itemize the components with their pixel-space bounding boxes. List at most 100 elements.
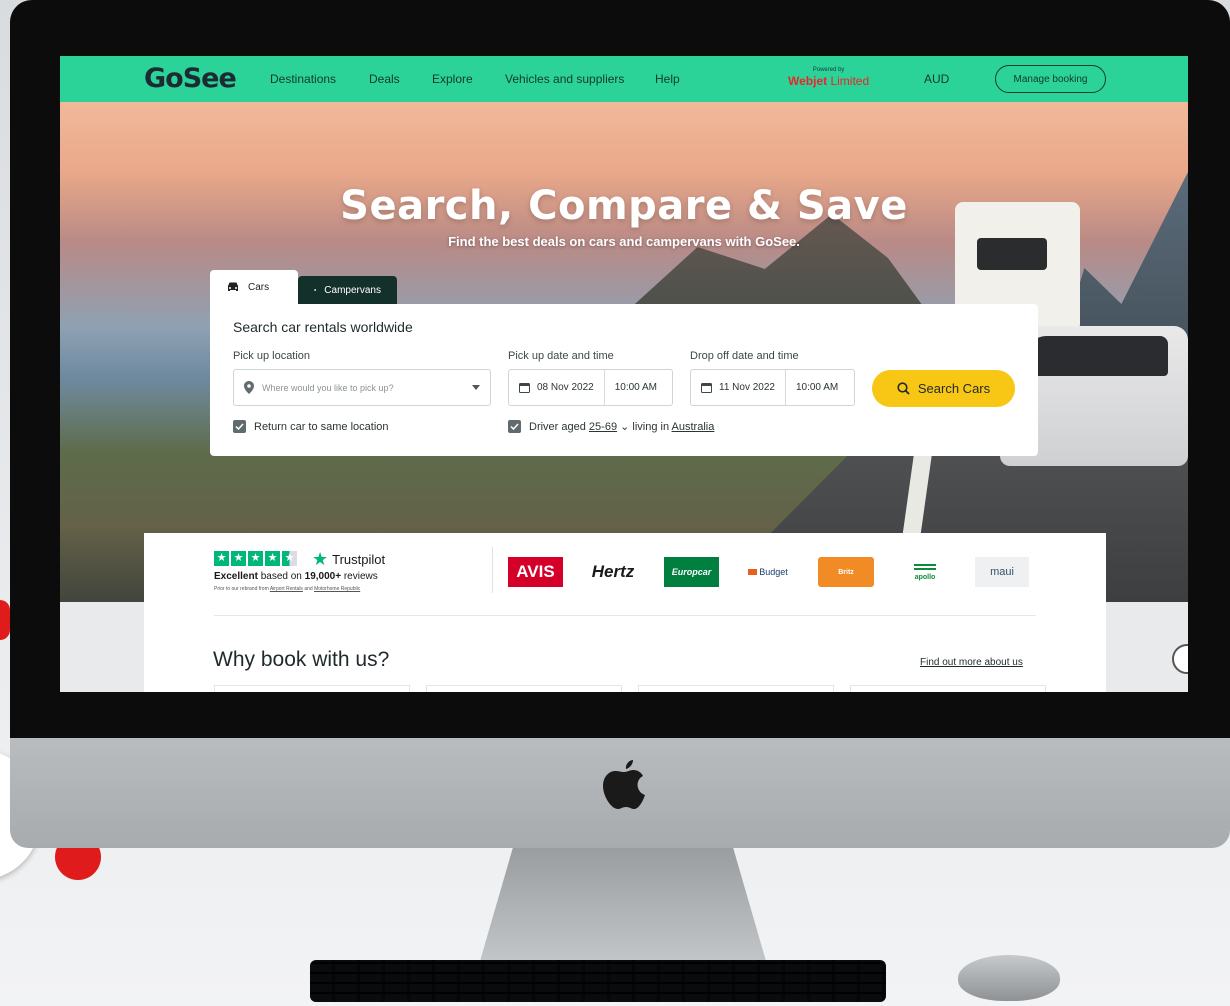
dropoff-datetime-label: Drop off date and time [690,350,799,362]
mouse [958,955,1060,1001]
powered-by-webjet: Powered by Webjet Limited [788,67,869,89]
rating-suffix: reviews [341,571,378,582]
why-card [426,685,622,692]
find-out-more-link[interactable]: Find out more about us [920,657,1023,668]
driver-age-label: Driver aged 25-69 ⌄ living in Australia [529,420,714,433]
search-cars-label: Search Cars [917,381,991,396]
return-same-location-checkbox[interactable] [233,420,246,433]
star-icon: ★ [231,551,246,566]
brand-europcar-logo: Europcar [664,557,719,587]
hero-title: Search, Compare & Save [340,183,908,229]
star-icon: ★ [214,551,229,566]
dropoff-time-input[interactable]: 10:00 AM [784,370,848,405]
campervan-icon [314,289,317,291]
dropoff-datetime-field[interactable]: 11 Nov 2022 10:00 AM [690,369,855,406]
budget-mark-icon [748,569,758,575]
chevron-down-icon[interactable] [472,385,480,390]
why-card [214,685,410,692]
powered-by-label: Powered by [812,67,845,73]
why-card [638,685,834,692]
brand-apollo-logo: apollo [897,557,953,587]
search-title: Search car rentals worldwide [233,319,413,335]
search-panel: Search car rentals worldwide Pick up loc… [210,304,1038,456]
apollo-text: apollo [914,573,936,581]
tab-cars[interactable]: Cars [210,270,298,304]
brand-hertz-logo: Hertz [591,562,635,581]
checkmark-icon [235,423,244,430]
driver-age-chevron-icon[interactable]: ⌄ [617,421,629,433]
webjet-bold: Webjet [788,74,828,88]
rating-mid: based on [257,571,305,582]
trustpilot-logo[interactable]: ★ Trustpilot [312,550,385,568]
monitor-stand [478,848,768,968]
trustpilot-stars: ★ ★ ★ ★ ★ [214,551,297,566]
why-cards-row [214,685,1046,692]
tab-cars-label: Cars [248,281,270,293]
pickup-location-input[interactable]: Where would you like to pick up? [233,369,491,406]
nav-destinations[interactable]: Destinations [270,72,336,86]
motorhome-republic-link[interactable]: Motorhome Republic [314,586,360,592]
screen: GoSee Destinations Deals Explore Vehicle… [60,56,1188,692]
pickup-datetime-field[interactable]: 08 Nov 2022 10:00 AM [508,369,673,406]
brand-avis-logo: AVIS [508,557,563,587]
airport-rentals-link[interactable]: Airport Rentals [270,586,303,592]
tab-campervans[interactable]: Campervans [298,276,397,304]
nav-deals[interactable]: Deals [369,72,400,86]
currency-selector[interactable]: AUD [924,72,949,86]
driver-age-option[interactable]: Driver aged 25-69 ⌄ living in Australia [508,420,714,433]
pickup-time-input[interactable]: 10:00 AM [603,370,667,405]
hero-subtitle: Find the best deals on cars and camperva… [448,234,800,249]
webjet-logo: Webjet Limited [788,74,869,88]
pickup-date-value: 08 Nov 2022 [537,382,594,393]
dropoff-time-value: 10:00 AM [795,382,839,393]
car-icon [228,282,238,291]
review-count: 19,000+ [304,571,342,582]
star-icon: ★ [265,551,280,566]
dropoff-date-value: 11 Nov 2022 [719,382,775,393]
divider [492,547,493,593]
divider [214,615,1036,616]
webjet-limited: Limited [827,74,870,88]
trustpilot-brand: Trustpilot [332,551,386,567]
calendar-icon [701,383,712,393]
budget-text: Budget [759,567,788,577]
calendar-icon [519,383,530,393]
brand-budget-logo: Budget [739,557,797,587]
brand-britz-logo: Britz [818,557,874,587]
location-pin-icon [244,381,254,394]
logo-text: GoSee [144,63,237,94]
dropoff-date-input[interactable]: 11 Nov 2022 [691,370,785,405]
checkmark-icon [510,423,519,430]
trustpilot-star-icon: ★ [312,549,329,569]
rebrand-prefix: Prior to our rebrand from [214,586,270,592]
driver-country-prefix: living in [629,421,672,433]
pickup-location-placeholder: Where would you like to pick up? [262,382,394,393]
driver-age-prefix: Driver aged [529,421,589,433]
pickup-datetime-label: Pick up date and time [508,350,614,362]
nav-vehicles-and-suppliers[interactable]: Vehicles and suppliers [505,72,624,86]
rebrand-mid: and [302,586,315,592]
manage-booking-button[interactable]: Manage booking [995,65,1106,93]
why-book-title: Why book with us? [213,648,390,671]
chat-button[interactable] [1172,644,1188,674]
tab-campervans-label: Campervans [324,284,381,296]
pickup-date-input[interactable]: 08 Nov 2022 [509,370,604,405]
apollo-mark-icon [914,563,936,572]
suv-window [1028,336,1168,376]
half-star-icon: ★ [282,551,297,566]
driver-country-select[interactable]: Australia [672,421,715,433]
nav-explore[interactable]: Explore [432,72,473,86]
gosee-logo[interactable]: GoSee [144,63,237,94]
driver-age-checkbox[interactable] [508,420,521,433]
rating-word: Excellent [214,571,258,582]
search-icon [897,382,910,395]
nav-help[interactable]: Help [655,72,680,86]
top-navbar: GoSee Destinations Deals Explore Vehicle… [60,56,1188,102]
trustpilot-rating: Excellent based on 19,000+ reviews [214,571,378,582]
driver-age-select[interactable]: 25-69 [589,421,617,433]
pickup-time-value: 10:00 AM [614,382,657,393]
content-card: ★ ★ ★ ★ ★ ★ Trustpilot Excellent based o… [144,533,1106,692]
return-same-location-option[interactable]: Return car to same location [233,420,389,433]
search-cars-button[interactable]: Search Cars [872,370,1015,407]
star-icon: ★ [248,551,263,566]
